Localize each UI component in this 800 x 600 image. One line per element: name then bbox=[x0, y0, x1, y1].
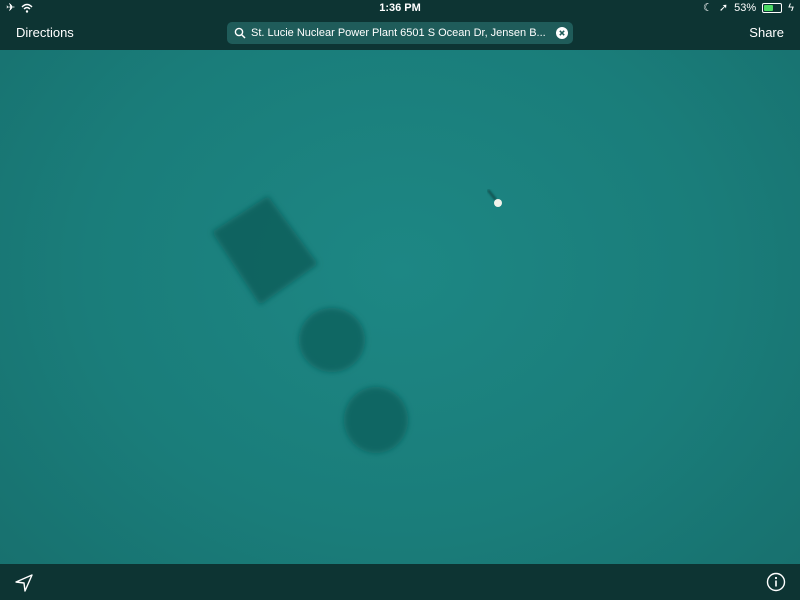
location-arrow-icon[interactable] bbox=[14, 573, 34, 593]
map-toolbar: Directions St. Lucie Nuclear Power Plant… bbox=[0, 16, 800, 50]
search-field[interactable]: St. Lucie Nuclear Power Plant 6501 S Oce… bbox=[227, 22, 573, 44]
charging-icon: ϟ bbox=[788, 2, 794, 14]
location-arrow-icon: ➚ bbox=[718, 2, 729, 14]
clear-icon[interactable] bbox=[556, 27, 568, 39]
share-button[interactable]: Share bbox=[749, 16, 784, 50]
submerged-round-structure-1 bbox=[299, 308, 365, 372]
status-bar: ✈ 1:36 PM ☾ ➚ 53% ϟ bbox=[0, 0, 800, 16]
battery-fill bbox=[764, 5, 773, 11]
search-input[interactable]: St. Lucie Nuclear Power Plant 6501 S Oce… bbox=[251, 22, 549, 44]
bottom-bar bbox=[0, 564, 800, 600]
boat-marker bbox=[487, 189, 502, 207]
battery-icon bbox=[762, 3, 783, 13]
status-time: 1:36 PM bbox=[379, 2, 421, 14]
info-icon[interactable] bbox=[766, 572, 786, 592]
submerged-square-structure bbox=[212, 196, 318, 305]
moon-icon: ☾ bbox=[703, 2, 713, 14]
satellite-map[interactable] bbox=[0, 0, 800, 600]
battery-percent: 53% bbox=[734, 2, 757, 14]
directions-button[interactable]: Directions bbox=[16, 16, 74, 50]
submerged-round-structure-2 bbox=[344, 387, 408, 453]
map-features bbox=[212, 189, 502, 453]
search-icon bbox=[234, 27, 246, 39]
